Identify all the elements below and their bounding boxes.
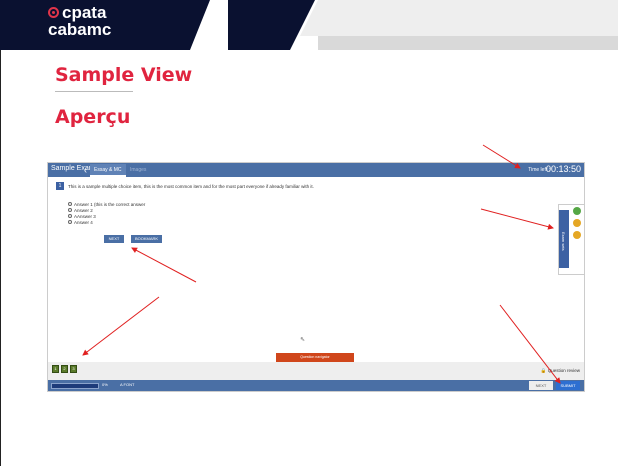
- lock-icon: 🔒: [540, 368, 547, 373]
- logo-line2: cabamc: [48, 20, 112, 39]
- radio-icon[interactable]: [68, 214, 72, 218]
- answer-list: Answer 1 (this is the correct answer Ans…: [68, 201, 145, 225]
- exam-sets-label: Exam sets: [561, 232, 566, 251]
- heading-divider: [55, 91, 133, 92]
- time-left-value: 00:13:50: [545, 164, 581, 174]
- radio-icon[interactable]: [68, 208, 72, 212]
- progress-percent: 0%: [102, 382, 108, 387]
- yellow-circle-icon[interactable]: [573, 219, 581, 227]
- font-button[interactable]: A FONT: [120, 382, 134, 387]
- question-review[interactable]: 🔒 Question review: [541, 368, 580, 374]
- exam-title: Sample Exam: [51, 165, 95, 172]
- question-number: 1: [56, 182, 64, 190]
- answer-option[interactable]: Answer 4: [68, 219, 145, 225]
- exam-sets-panel[interactable]: Exam sets: [558, 204, 584, 275]
- next-button[interactable]: NEXT: [104, 235, 124, 243]
- exam-screenshot: Sample Exam ‹ Essay & MC Images Time lef…: [47, 162, 585, 392]
- tab-images[interactable]: Images: [126, 164, 150, 177]
- question-text: This is a sample multiple choice item, t…: [68, 184, 314, 189]
- yellow-circle-icon[interactable]: [573, 231, 581, 239]
- bookmark-button[interactable]: BOOKMARK: [131, 235, 162, 243]
- radio-icon[interactable]: [68, 220, 72, 224]
- nav-square-1[interactable]: 1: [52, 365, 59, 373]
- radio-icon[interactable]: [68, 202, 72, 206]
- green-circle-icon[interactable]: [573, 207, 581, 215]
- exam-sets-tab[interactable]: Exam sets: [559, 210, 569, 268]
- slide-left-border: [0, 0, 1, 466]
- chevron-left-icon[interactable]: ‹: [84, 164, 87, 176]
- nav-square-3[interactable]: 3: [70, 365, 77, 373]
- progress-bar: [51, 383, 99, 389]
- question-navigator-tab[interactable]: Question navigator: [276, 353, 354, 362]
- question-review-label: Question review: [547, 368, 580, 373]
- slide: cpata cabamc Sample View Aperçu Sample E…: [0, 0, 618, 466]
- answer-option[interactable]: Answer 1 (this is the correct answer: [68, 201, 145, 207]
- navigator-strip: [48, 362, 584, 380]
- cpata-logo: cpata cabamc: [48, 4, 111, 38]
- exam-header: Sample Exam ‹ Essay & MC Images Time lef…: [48, 163, 584, 177]
- heading-apercu: Aperçu: [55, 106, 131, 128]
- logo-line1: cpata: [62, 3, 107, 22]
- heading-sample-view: Sample View: [55, 64, 193, 86]
- nav-square-2[interactable]: 2: [61, 365, 68, 373]
- mouse-cursor-icon: ⇖: [300, 337, 306, 343]
- brand-bar: cpata cabamc: [0, 0, 618, 50]
- exam-footer: 0% A FONT NEXT SUBMIT: [48, 380, 584, 391]
- cpata-logo-icon: [48, 7, 59, 18]
- footer-next-button[interactable]: NEXT: [529, 381, 553, 390]
- tab-essay-mc[interactable]: Essay & MC: [90, 164, 126, 177]
- submit-button[interactable]: SUBMIT: [556, 381, 580, 390]
